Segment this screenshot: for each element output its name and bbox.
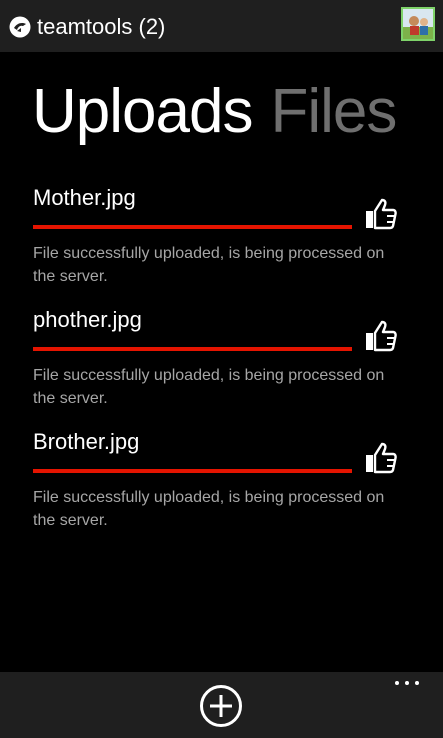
- tab-files[interactable]: Files: [270, 77, 397, 146]
- upload-progress-fill: [33, 225, 352, 229]
- upload-status: File successfully uploaded, is being pro…: [33, 245, 385, 285]
- tab-uploads[interactable]: Uploads: [32, 77, 253, 146]
- add-circle-icon[interactable]: [199, 684, 243, 728]
- upload-item[interactable]: phother.jpg File successfully uploaded, …: [33, 302, 413, 424]
- upload-progress-bar: [33, 347, 352, 351]
- upload-item[interactable]: Mother.jpg File successfully uploaded, i…: [33, 180, 413, 302]
- upload-status: File successfully uploaded, is being pro…: [33, 367, 385, 407]
- teamtools-logo-icon: [9, 16, 31, 38]
- application-bar: [0, 672, 443, 738]
- app-screen: teamtools (2) Uploads Files Mother.jpg F…: [0, 0, 443, 738]
- dot: [395, 681, 399, 685]
- upload-progress-fill: [33, 347, 352, 351]
- upload-progress-bar: [33, 469, 352, 473]
- file-name: Mother.jpg: [33, 185, 136, 210]
- dot: [415, 681, 419, 685]
- file-name: phother.jpg: [33, 307, 142, 332]
- upload-item[interactable]: Brother.jpg File successfully uploaded, …: [33, 424, 413, 546]
- upload-progress-bar: [33, 225, 352, 229]
- upload-list: Mother.jpg File successfully uploaded, i…: [33, 180, 413, 546]
- avatar[interactable]: [401, 7, 435, 41]
- ellipsis-icon[interactable]: [395, 678, 421, 688]
- user-avatar: [403, 9, 433, 39]
- upload-status: File successfully uploaded, is being pro…: [33, 489, 385, 529]
- thumbs-up-icon[interactable]: [364, 319, 398, 353]
- dot: [405, 681, 409, 685]
- title-bar: teamtools (2): [0, 0, 443, 52]
- thumbs-up-icon[interactable]: [364, 441, 398, 475]
- pivot-header: Uploads Files: [32, 72, 397, 152]
- thumbs-up-icon[interactable]: [364, 197, 398, 231]
- file-name: Brother.jpg: [33, 429, 140, 454]
- upload-progress-fill: [33, 469, 352, 473]
- app-title: teamtools (2): [37, 14, 166, 39]
